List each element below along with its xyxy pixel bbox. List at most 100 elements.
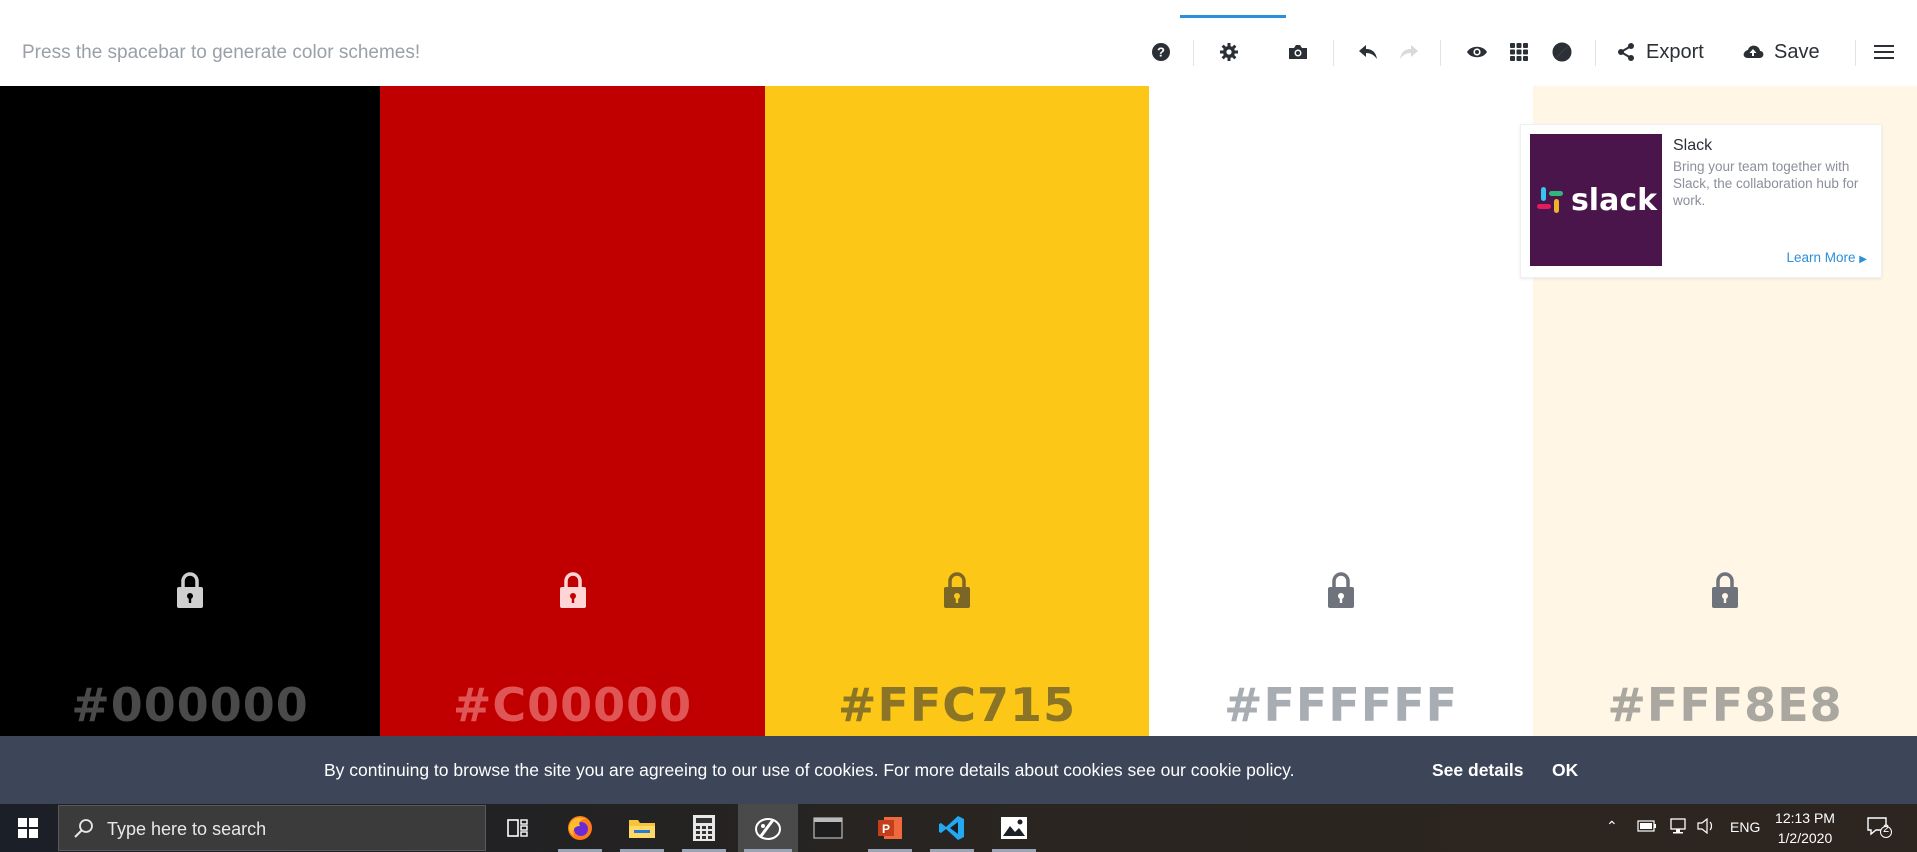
- firefox-icon: [568, 816, 592, 840]
- volume-button[interactable]: [1696, 817, 1716, 837]
- ad-description: Bring your team together with Slack, the…: [1673, 159, 1859, 208]
- windows-icon: [18, 818, 38, 838]
- export-button[interactable]: Export: [1616, 36, 1732, 68]
- toolbar-separator: [1333, 40, 1334, 66]
- lock-button[interactable]: [174, 571, 206, 614]
- network-icon: [1670, 818, 1686, 834]
- chevron-up-icon: ⌃: [1606, 818, 1618, 834]
- export-label: Export: [1646, 40, 1704, 63]
- hex-code[interactable]: #000000: [0, 678, 380, 732]
- start-button[interactable]: [0, 804, 56, 852]
- vscode-icon: [939, 816, 964, 840]
- settings-button[interactable]: [1213, 36, 1245, 68]
- grid-icon: [1510, 43, 1528, 61]
- taskbar-app-explorer[interactable]: [614, 804, 670, 852]
- top-strip: [0, 0, 1917, 19]
- undo-button[interactable]: [1352, 36, 1384, 68]
- grid-button[interactable]: [1503, 36, 1535, 68]
- hex-code[interactable]: #FFFFFF: [1149, 678, 1533, 732]
- toolbar-separator: [1193, 40, 1194, 66]
- taskbar-app-vscode[interactable]: [924, 804, 980, 852]
- hex-code[interactable]: #C00000: [380, 678, 765, 732]
- terminal-icon: [813, 817, 843, 839]
- contrast-icon: [1552, 42, 1572, 62]
- tray-overflow-button[interactable]: ⌃: [1606, 818, 1618, 835]
- help-icon: ?: [1152, 43, 1170, 61]
- svg-text:?: ?: [1157, 45, 1165, 60]
- toolbar-separator: [1440, 40, 1441, 66]
- slack-wordmark: slack: [1570, 182, 1658, 218]
- sponsored-ad[interactable]: slack Slack Bring your team together wit…: [1520, 124, 1882, 278]
- search-icon: [74, 819, 93, 838]
- help-button[interactable]: ?: [1145, 36, 1177, 68]
- taskbar-app-powerpoint[interactable]: P: [862, 804, 918, 852]
- hex-code[interactable]: #FFF8E8: [1533, 678, 1917, 732]
- caret-right-icon: ▶: [1859, 254, 1867, 265]
- menu-button[interactable]: [1868, 36, 1900, 68]
- camera-icon: [1289, 45, 1307, 59]
- view-button[interactable]: [1461, 36, 1493, 68]
- lock-button[interactable]: [941, 571, 973, 614]
- save-button[interactable]: Save: [1742, 36, 1842, 68]
- see-details-link[interactable]: See details: [1432, 760, 1523, 781]
- clock-date: 1/2/2020: [1777, 830, 1833, 846]
- color-swatch-3[interactable]: #FFC715: [765, 86, 1149, 736]
- photos-icon: [1001, 817, 1027, 839]
- cookie-ok-button[interactable]: OK: [1552, 760, 1578, 781]
- lock-button[interactable]: [1709, 571, 1741, 614]
- battery-icon: [1637, 820, 1656, 832]
- menu-icon: [1874, 45, 1894, 59]
- color-swatch-1[interactable]: #000000: [0, 86, 380, 736]
- lock-icon: [1328, 572, 1354, 608]
- lock-button[interactable]: [557, 571, 589, 614]
- settings-icon: [1220, 43, 1238, 61]
- windows-taskbar: Type here to search P ⌃ ENG 12:13 PM 1/2…: [0, 804, 1917, 852]
- eye-icon: [1467, 46, 1487, 58]
- save-label: Save: [1774, 40, 1820, 63]
- volume-icon: [1697, 817, 1713, 835]
- action-center-button[interactable]: 2: [1866, 816, 1892, 841]
- camera-button[interactable]: [1282, 36, 1314, 68]
- generate-hint: Press the spacebar to generate color sch…: [22, 42, 421, 63]
- taskbar-app-paint[interactable]: [738, 804, 798, 852]
- cookie-banner: By continuing to browse the site you are…: [0, 736, 1917, 804]
- taskbar-clock[interactable]: 12:13 PM 1/2/2020: [1768, 808, 1842, 848]
- cloud-upload-icon: [1743, 45, 1764, 58]
- paint-icon: [755, 818, 781, 840]
- toolbar-separator: [1855, 40, 1856, 66]
- learn-more-link[interactable]: Learn More ▶: [1786, 250, 1867, 265]
- powerpoint-icon: P: [878, 817, 902, 839]
- language-indicator[interactable]: ENG: [1730, 819, 1760, 835]
- network-button[interactable]: [1668, 818, 1688, 837]
- learn-more-label: Learn More: [1786, 250, 1856, 265]
- file-explorer-icon: [629, 820, 655, 838]
- lock-icon: [559, 572, 586, 608]
- share-icon: [1618, 43, 1634, 61]
- taskbar-app-firefox[interactable]: [552, 804, 608, 852]
- ad-title: Slack: [1673, 137, 1713, 154]
- task-view-button[interactable]: [490, 804, 546, 852]
- hex-code[interactable]: #FFC715: [765, 678, 1149, 732]
- redo-button[interactable]: [1393, 36, 1425, 68]
- taskbar-app-terminal[interactable]: [800, 804, 856, 852]
- toolbar-separator: [1595, 40, 1596, 66]
- redo-icon: [1400, 45, 1418, 59]
- taskbar-app-photos[interactable]: [986, 804, 1042, 852]
- battery-button[interactable]: [1637, 819, 1657, 835]
- taskbar-search[interactable]: Type here to search: [58, 805, 486, 851]
- calculator-icon: [693, 815, 715, 841]
- svg-text:P: P: [882, 822, 890, 836]
- lock-icon: [1712, 572, 1738, 608]
- search-placeholder: Type here to search: [107, 819, 267, 839]
- task-view-icon: [507, 819, 528, 837]
- slack-icon: [1536, 187, 1563, 213]
- notification-count: 2: [1883, 823, 1890, 835]
- toolbar: Press the spacebar to generate color sch…: [0, 18, 1917, 87]
- lock-icon: [177, 572, 203, 608]
- lock-button[interactable]: [1325, 571, 1357, 614]
- lock-icon: [944, 572, 970, 608]
- contrast-button[interactable]: [1546, 36, 1578, 68]
- color-swatch-2[interactable]: #C00000: [380, 86, 765, 736]
- taskbar-app-calculator[interactable]: [676, 804, 732, 852]
- color-swatch-4[interactable]: #FFFFFF: [1149, 86, 1533, 736]
